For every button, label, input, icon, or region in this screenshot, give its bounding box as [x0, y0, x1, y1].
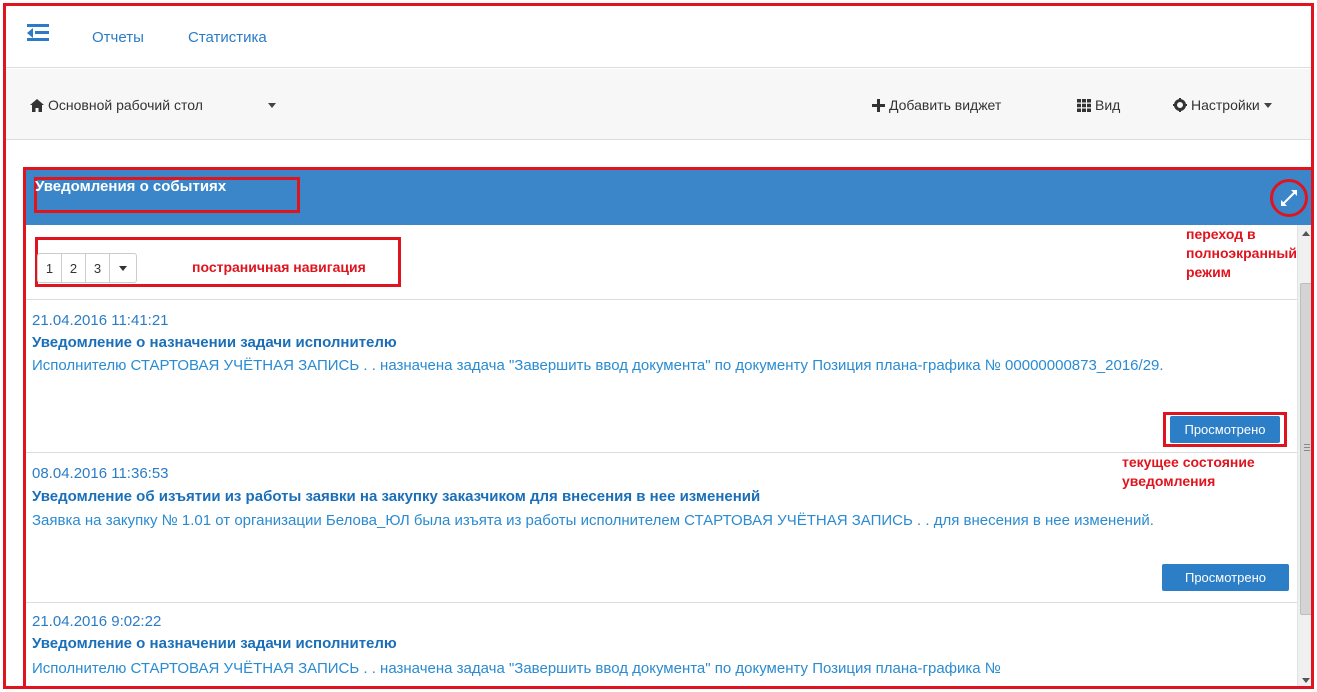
list-scrollbar[interactable]: [1297, 225, 1311, 686]
notification-title: Уведомление о назначении задачи исполнит…: [32, 334, 397, 351]
chevron-down-icon: [119, 265, 127, 271]
notification-title: Уведомление о назначении задачи исполнит…: [32, 635, 397, 652]
annotation-fullscreen: переход в полноэкранный режим: [1186, 226, 1297, 280]
page-2-button[interactable]: 2: [62, 254, 86, 282]
desktop-dropdown-button[interactable]: [268, 103, 276, 108]
nav-link-statistics[interactable]: Статистика: [188, 29, 267, 46]
notification-body: Заявка на закупку № 1.01 от организации …: [32, 512, 1154, 529]
fullscreen-button[interactable]: [1270, 179, 1308, 217]
menu-icon[interactable]: [27, 24, 49, 42]
scroll-down-icon[interactable]: [1302, 678, 1310, 683]
expand-icon: [1281, 190, 1297, 206]
add-widget-label: Добавить виджет: [889, 97, 1002, 113]
notification-title: Уведомление об изъятии из работы заявки …: [32, 488, 761, 505]
widget-title: Уведомления о событиях: [35, 178, 227, 195]
notification-date: 21.04.2016 11:41:21: [32, 312, 169, 329]
notification-date: 08.04.2016 11:36:53: [32, 465, 169, 482]
notification-item: 21.04.2016 9:02:22 Уведомление о назначе…: [26, 602, 1297, 686]
viewed-button[interactable]: Просмотрено: [1162, 564, 1289, 591]
annotation-pagination: постраничная навигация: [192, 259, 366, 275]
chevron-down-icon: [268, 103, 276, 108]
notifications-list: 1 2 3 постраничная навигация переход в п…: [26, 225, 1297, 686]
plus-icon: [872, 98, 885, 112]
widget-header: Уведомления о событиях: [26, 170, 1311, 225]
notifications-widget: Уведомления о событиях 1 2 3 постранична…: [23, 167, 1314, 689]
top-navbar: Отчеты Статистика: [6, 6, 1311, 68]
add-widget-button[interactable]: Добавить виджет: [872, 97, 1001, 113]
view-button[interactable]: Вид: [1077, 97, 1120, 113]
gear-icon: [1173, 98, 1187, 112]
dashboard-toolbar: Основной рабочий стол Добавить виджет Ви…: [6, 69, 1311, 140]
viewed-button[interactable]: Просмотрено: [1170, 416, 1280, 443]
page-3-button[interactable]: 3: [86, 254, 110, 282]
notification-item: 08.04.2016 11:36:53 Уведомление об изъят…: [26, 452, 1297, 602]
page-dropdown-button[interactable]: [110, 254, 136, 282]
settings-button[interactable]: Настройки: [1173, 97, 1272, 113]
chevron-down-icon: [1263, 102, 1272, 108]
desktop-label: Основной рабочий стол: [48, 97, 203, 113]
view-label: Вид: [1095, 97, 1121, 113]
notification-body: Исполнителю СТАРТОВАЯ УЧЁТНАЯ ЗАПИСЬ . .…: [32, 660, 1001, 677]
desktop-selector[interactable]: Основной рабочий стол: [30, 97, 203, 113]
notification-body: Исполнителю СТАРТОВАЯ УЧЁТНАЯ ЗАПИСЬ . .…: [32, 357, 1164, 374]
grid-icon: [1077, 98, 1091, 112]
notification-item: 21.04.2016 11:41:21 Уведомление о назнач…: [26, 299, 1297, 452]
nav-link-reports[interactable]: Отчеты: [92, 29, 144, 46]
home-icon: [30, 98, 44, 112]
scroll-up-icon[interactable]: [1302, 231, 1310, 236]
notification-date: 21.04.2016 9:02:22: [32, 613, 162, 630]
settings-label: Настройки: [1191, 97, 1260, 113]
pagination: 1 2 3: [37, 253, 137, 283]
page-1-button[interactable]: 1: [38, 254, 62, 282]
scrollbar-thumb[interactable]: [1300, 283, 1311, 615]
